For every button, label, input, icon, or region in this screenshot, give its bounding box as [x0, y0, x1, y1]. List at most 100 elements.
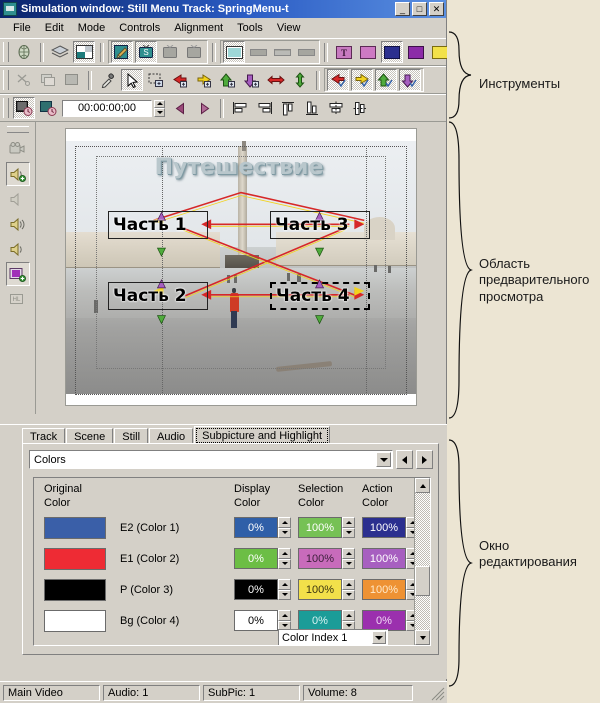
resize-grip-icon[interactable]	[431, 687, 445, 701]
menu-item-tools[interactable]: Tools	[230, 20, 270, 36]
color-index-dropdown[interactable]: Color Index 1	[278, 629, 388, 646]
close-button[interactable]: ✕	[429, 2, 444, 16]
audio-track-4-icon[interactable]	[6, 237, 30, 261]
selection-opacity-stepper[interactable]	[342, 517, 355, 538]
timeline-end-icon[interactable]	[37, 97, 59, 119]
arrow-left-link-icon[interactable]	[327, 69, 349, 91]
selection-opacity-stepper[interactable]	[342, 610, 355, 631]
arrow-down-add-icon[interactable]	[241, 69, 263, 91]
selection-opacity-field[interactable]: 0%	[298, 610, 342, 631]
next-frame-icon[interactable]	[193, 97, 215, 119]
arrow-vertical-icon[interactable]	[289, 69, 311, 91]
arrow-left-add-icon[interactable]	[169, 69, 191, 91]
action-opacity-field[interactable]: 100%	[362, 579, 406, 600]
text-color-icon[interactable]: T	[333, 41, 355, 63]
selection-opacity-stepper[interactable]	[342, 548, 355, 569]
audio-track-1-icon[interactable]	[6, 162, 30, 186]
colors-dropdown[interactable]: Colors	[29, 450, 393, 469]
scrollbar-thumb[interactable]	[415, 566, 430, 596]
action-opacity-field[interactable]: 0%	[362, 610, 406, 631]
display-opacity-stepper[interactable]	[278, 579, 291, 600]
arrow-horizontal-icon[interactable]	[265, 69, 287, 91]
chevron-down-icon[interactable]	[372, 631, 386, 644]
arrow-down-link-icon[interactable]	[399, 69, 421, 91]
chevron-down-icon[interactable]	[376, 452, 391, 467]
align-top-icon[interactable]	[277, 97, 299, 119]
arrow-up-link-icon[interactable]	[375, 69, 397, 91]
screen-icon[interactable]	[223, 41, 245, 63]
menu-button-1-label: Часть 1	[113, 215, 187, 235]
align-right-icon[interactable]	[253, 97, 275, 119]
title-bar[interactable]: Simulation window: Still Menu Track: Spr…	[0, 0, 446, 18]
sidebar-grip[interactable]	[7, 126, 29, 133]
scroll-up-button[interactable]	[415, 478, 430, 493]
next-icon[interactable]	[416, 450, 433, 469]
selection-opacity-field[interactable]: 100%	[298, 579, 342, 600]
color-swatch-pink-icon[interactable]	[357, 41, 379, 63]
timeline-start-icon[interactable]	[13, 97, 35, 119]
maximize-button[interactable]: □	[412, 2, 427, 16]
eyedropper-icon[interactable]	[97, 69, 119, 91]
menu-button-1[interactable]: Часть 1	[108, 211, 208, 239]
prev-frame-icon[interactable]	[169, 97, 191, 119]
action-opacity-field[interactable]: 100%	[362, 517, 406, 538]
display-opacity-field[interactable]: 0%	[234, 610, 278, 631]
arrow-right-link-icon[interactable]	[351, 69, 373, 91]
color-swatch-navy-icon[interactable]	[381, 41, 403, 63]
video-track-icon[interactable]	[6, 137, 30, 161]
menu-button-4[interactable]: Часть 4	[270, 282, 370, 310]
layers-icon[interactable]	[49, 41, 71, 63]
display-opacity-field[interactable]: 0%	[234, 579, 278, 600]
original-color-swatch[interactable]	[44, 610, 106, 632]
subpicture-track-icon[interactable]	[6, 262, 30, 286]
display-opacity-stepper[interactable]	[278, 517, 291, 538]
timecode-stepper[interactable]	[154, 100, 165, 117]
menu-item-view[interactable]: View	[270, 20, 308, 36]
color-table-scrollbar[interactable]	[414, 478, 430, 645]
menu-item-edit[interactable]: Edit	[38, 20, 71, 36]
display-opacity-field[interactable]: 0%	[234, 548, 278, 569]
arrow-right-add-icon[interactable]	[193, 69, 215, 91]
arrow-up-add-icon[interactable]	[217, 69, 239, 91]
original-color-swatch[interactable]	[44, 579, 106, 601]
scroll-down-button[interactable]	[415, 630, 430, 645]
selection-opacity-stepper[interactable]	[342, 579, 355, 600]
selection-opacity-field[interactable]: 100%	[298, 548, 342, 569]
original-color-swatch[interactable]	[44, 548, 106, 570]
simulate-icon[interactable]: S	[135, 41, 157, 63]
selection-opacity-field[interactable]: 100%	[298, 517, 342, 538]
display-opacity-field[interactable]: 0%	[234, 517, 278, 538]
display-opacity-stepper[interactable]	[278, 548, 291, 569]
action-opacity-field[interactable]: 100%	[362, 548, 406, 569]
toolbar-grip[interactable]	[3, 98, 9, 118]
align-center-v-icon[interactable]	[349, 97, 371, 119]
align-left-icon[interactable]	[229, 97, 251, 119]
toolbar-group-link-arrows	[324, 68, 424, 92]
menu-item-alignment[interactable]: Alignment	[167, 20, 230, 36]
scrollbar-track[interactable]	[415, 493, 430, 630]
menu-item-file[interactable]: File	[6, 20, 38, 36]
edit-menu-icon[interactable]	[111, 41, 133, 63]
globe-icon[interactable]	[13, 41, 35, 63]
minimize-button[interactable]: _	[395, 2, 410, 16]
menu-button-2[interactable]: Часть 2	[108, 282, 208, 310]
original-color-swatch[interactable]	[44, 517, 106, 539]
toolbar-grip[interactable]	[3, 42, 9, 62]
marquee-icon[interactable]	[145, 69, 167, 91]
toolbar-grip[interactable]	[3, 70, 9, 90]
preview-frame[interactable]: Путешествие Часть 1 Часть 3 Часть 2 Част…	[65, 128, 417, 406]
align-bottom-icon[interactable]	[301, 97, 323, 119]
menu-item-controls[interactable]: Controls	[112, 20, 167, 36]
align-center-h-icon[interactable]	[325, 97, 347, 119]
color-swatch-purple-icon[interactable]	[405, 41, 427, 63]
menu-button-3[interactable]: Часть 3	[270, 211, 370, 239]
prev-icon[interactable]	[396, 450, 413, 469]
menu-item-mode[interactable]: Mode	[71, 20, 113, 36]
display-opacity-stepper[interactable]	[278, 610, 291, 631]
pointer-icon[interactable]	[121, 69, 143, 91]
status-volume: Volume: 8	[303, 685, 413, 701]
audio-track-3-icon[interactable]	[6, 212, 30, 236]
timecode-field[interactable]: 00:00:00;00	[62, 100, 152, 117]
mask-icon[interactable]	[73, 41, 95, 63]
menu-title-text[interactable]: Путешествие	[114, 155, 364, 180]
